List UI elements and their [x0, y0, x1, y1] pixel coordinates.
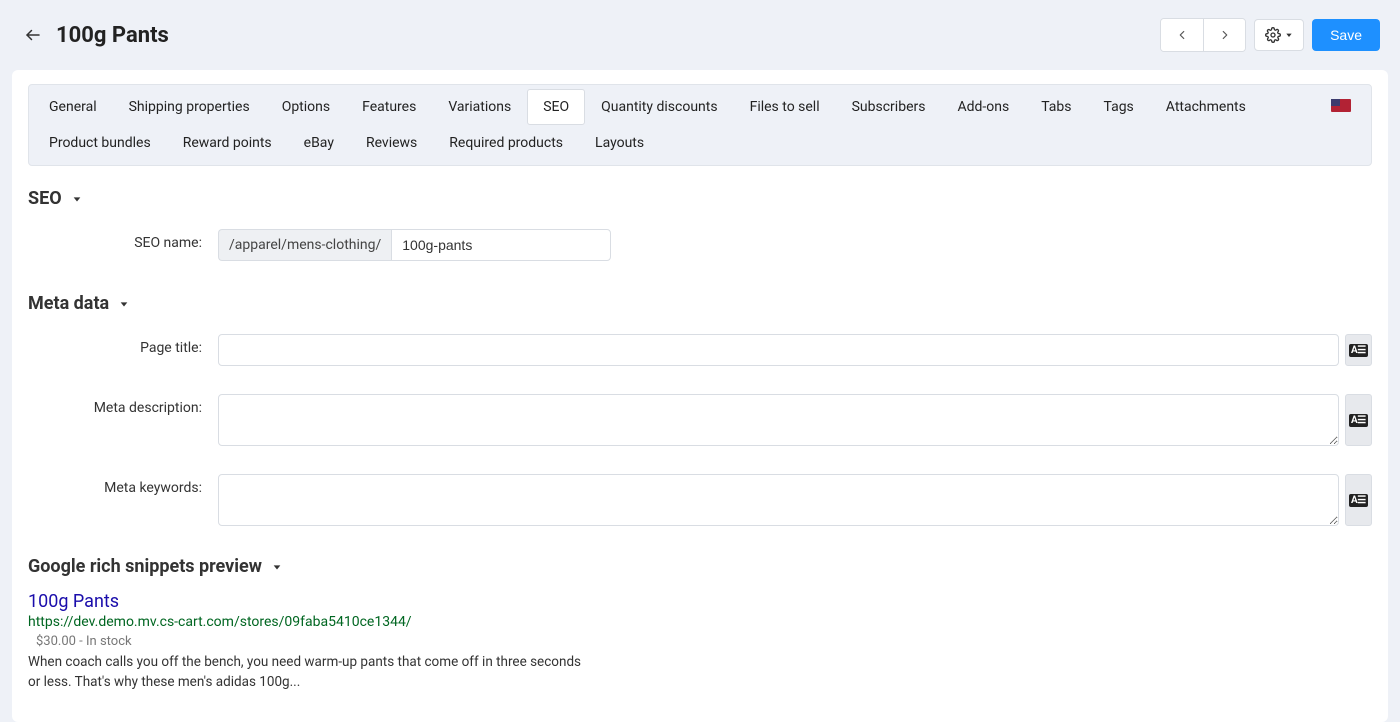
- meta-description-input[interactable]: [218, 394, 1339, 446]
- translate-icon: A☰: [1349, 344, 1368, 357]
- tab-ebay[interactable]: eBay: [288, 125, 350, 161]
- tab-general[interactable]: General: [33, 89, 113, 125]
- tab-tabs[interactable]: Tabs: [1025, 89, 1087, 125]
- caret-down-icon: [119, 299, 129, 309]
- settings-dropdown[interactable]: [1254, 19, 1304, 51]
- translate-button[interactable]: A☰: [1345, 394, 1372, 446]
- tab-options[interactable]: Options: [266, 89, 346, 125]
- gear-icon: [1265, 27, 1281, 43]
- caret-down-icon: [72, 194, 82, 204]
- tab-reward-points[interactable]: Reward points: [167, 125, 288, 161]
- tab-attachments[interactable]: Attachments: [1150, 89, 1262, 125]
- seo-name-input[interactable]: [391, 229, 611, 261]
- tab-files-to-sell[interactable]: Files to sell: [734, 89, 836, 125]
- tab-variations[interactable]: Variations: [432, 89, 527, 125]
- meta-description-label: Meta description:: [28, 394, 218, 416]
- back-button[interactable]: [24, 26, 42, 44]
- save-button[interactable]: Save: [1312, 19, 1380, 51]
- tab-subscribers[interactable]: Subscribers: [836, 89, 942, 125]
- section-toggle-snippet[interactable]: Google rich snippets preview: [28, 556, 1372, 577]
- translate-icon: A☰: [1349, 494, 1368, 507]
- seo-name-label: SEO name:: [28, 229, 218, 251]
- page-title: 100g Pants: [56, 23, 169, 48]
- meta-keywords-label: Meta keywords:: [28, 474, 218, 496]
- caret-down-icon: [272, 562, 282, 572]
- snippet-meta: $30.00 - In stock: [28, 634, 1372, 649]
- tab-product-bundles[interactable]: Product bundles: [33, 125, 167, 161]
- snippet-description: When coach calls you off the bench, you …: [28, 653, 588, 692]
- tabs-bar: GeneralShipping propertiesOptionsFeature…: [28, 84, 1372, 166]
- snippet-title: 100g Pants: [28, 591, 1372, 612]
- page-title-input[interactable]: [218, 334, 1339, 366]
- tab-add-ons[interactable]: Add-ons: [941, 89, 1025, 125]
- snippet-url: https://dev.demo.mv.cs-cart.com/stores/0…: [28, 614, 1372, 630]
- section-toggle-seo[interactable]: SEO: [28, 188, 1372, 209]
- section-toggle-meta[interactable]: Meta data: [28, 293, 1372, 314]
- tab-seo[interactable]: SEO: [527, 89, 585, 125]
- tab-quantity-discounts[interactable]: Quantity discounts: [585, 89, 733, 125]
- tab-tags[interactable]: Tags: [1088, 89, 1150, 125]
- prev-next-group: [1160, 18, 1246, 52]
- tab-shipping-properties[interactable]: Shipping properties: [113, 89, 266, 125]
- translate-button[interactable]: A☰: [1345, 474, 1372, 526]
- caret-down-icon: [1285, 31, 1293, 39]
- translate-icon: A☰: [1349, 414, 1368, 427]
- seo-url-prefix: /apparel/mens-clothing/: [218, 229, 391, 261]
- us-flag-icon: [1331, 99, 1351, 112]
- tab-features[interactable]: Features: [346, 89, 432, 125]
- page-title-label: Page title:: [28, 334, 218, 356]
- language-selector[interactable]: [1321, 99, 1367, 116]
- tab-layouts[interactable]: Layouts: [579, 125, 660, 161]
- section-title-snippet: Google rich snippets preview: [28, 556, 262, 577]
- section-title-seo: SEO: [28, 188, 62, 209]
- prev-button[interactable]: [1161, 19, 1203, 51]
- meta-keywords-input[interactable]: [218, 474, 1339, 526]
- tab-required-products[interactable]: Required products: [433, 125, 579, 161]
- section-title-meta: Meta data: [28, 293, 109, 314]
- translate-button[interactable]: A☰: [1345, 334, 1372, 366]
- next-button[interactable]: [1203, 19, 1245, 51]
- tab-reviews[interactable]: Reviews: [350, 125, 433, 161]
